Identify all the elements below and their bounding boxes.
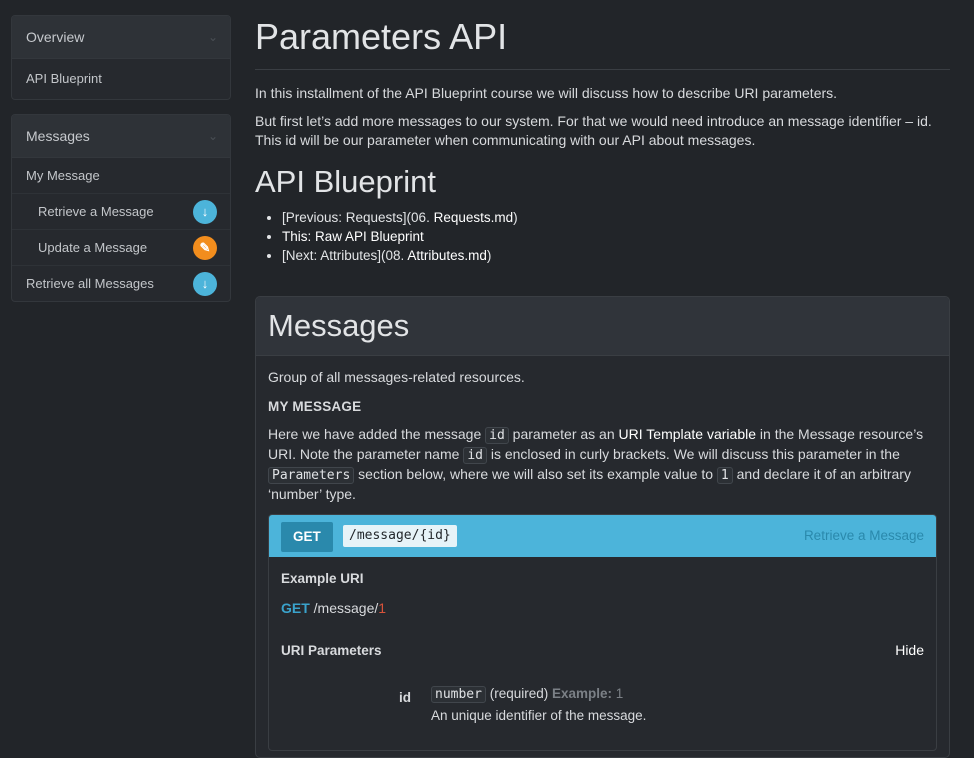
nav-item-update-message[interactable]: Update a Message ✎ (12, 230, 230, 266)
group-body: Group of all messages-related resources.… (256, 356, 949, 751)
messages-paragraph: But first let’s add more messages to our… (255, 113, 932, 148)
action-panel: GET /message/{id} Retrieve a Message Exa… (268, 514, 937, 751)
link-suffix: ) (486, 248, 492, 263)
nav-item-label: Retrieve all Messages (26, 276, 154, 291)
action-body: Example URI GET /message/1 URI Parameter… (269, 557, 936, 750)
param-definition: number (required) Example: 1 (431, 686, 624, 703)
intro-paragraph: In this installment of the API Blueprint… (255, 85, 838, 101)
nav-group-messages: Messages ⌄ My Message Retrieve a Message… (11, 114, 231, 302)
example-path: /message/ (309, 600, 379, 616)
example-method: GET (281, 600, 310, 616)
link-text: [Next: Attributes](08. (282, 248, 408, 263)
uri-parameters-header: URI Parameters Hide (281, 642, 924, 662)
example-uri-label: Example URI (281, 571, 364, 586)
param-type: number (431, 686, 486, 703)
group-title: Messages (268, 308, 410, 343)
pencil-icon: ✎ (193, 235, 217, 260)
param-row: id number (required) Example: 1 An uniqu… (281, 686, 924, 730)
link-suffix: ) (513, 210, 518, 225)
link-bold: Requests.md (433, 210, 514, 225)
navigation-links: [Previous: Requests](06. Requests.md) Th… (255, 208, 950, 265)
param-example-label: Example: (552, 686, 613, 701)
nav-heading-label: Messages (26, 128, 90, 144)
page-title: Parameters API (255, 15, 950, 70)
param-example-value: 1 (612, 686, 624, 701)
nav-heading-overview[interactable]: Overview ⌄ (12, 16, 230, 59)
hide-button[interactable]: Hide (895, 642, 924, 658)
nav-item-label: API Blueprint (26, 71, 102, 86)
down-arrow-icon: ↓ (193, 199, 217, 224)
main-content: Parameters API In this installment of th… (255, 15, 950, 758)
link-previous[interactable]: [Previous: Requests](06. Requests.md) (282, 208, 950, 227)
text: is enclosed in curly brackets. We will d… (486, 446, 900, 462)
resource-description: Here we have added the message id parame… (268, 425, 937, 504)
example-value: 1 (378, 600, 387, 616)
link-text: This: Raw API Blueprint (282, 229, 424, 244)
nav-item-api-blueprint[interactable]: API Blueprint (12, 59, 230, 99)
code-id: id (485, 427, 509, 444)
group-header: Messages (256, 297, 949, 356)
code-parameters: Parameters (268, 467, 355, 484)
action-header[interactable]: GET /message/{id} Retrieve a Message (269, 515, 936, 557)
action-title[interactable]: Retrieve a Message (804, 515, 924, 557)
nav-heading-messages[interactable]: Messages ⌄ (12, 115, 230, 158)
nav-heading-label: Overview (26, 29, 85, 45)
action-uri: /message/{id} (343, 525, 457, 547)
nav-item-my-message[interactable]: My Message (12, 158, 230, 194)
down-arrow-icon: ↓ (193, 271, 217, 296)
nav-item-label: Retrieve a Message (38, 204, 154, 219)
bold-text: URI Template variable (618, 426, 757, 442)
resource-group: Messages Group of all messages-related r… (255, 296, 950, 758)
param-required: (required) (485, 686, 552, 701)
example-uri: GET /message/1 (281, 600, 924, 616)
code-id: id (463, 447, 487, 464)
nav-item-retrieve-all-messages[interactable]: Retrieve all Messages ↓ (12, 266, 230, 301)
param-description: An unique identifier of the message. (431, 708, 647, 723)
uri-parameters-label: URI Parameters (281, 643, 382, 658)
text: Here we have added the message (268, 426, 486, 442)
text: section below, where we will also set it… (354, 466, 717, 482)
resource-name: MY MESSAGE (268, 399, 362, 414)
chevron-down-icon: ⌄ (207, 30, 218, 44)
nav-item-retrieve-message[interactable]: Retrieve a Message ↓ (12, 194, 230, 230)
method-badge: GET (281, 522, 333, 552)
link-next[interactable]: [Next: Attributes](08. Attributes.md) (282, 246, 950, 265)
link-text: [Previous: Requests](06. (282, 210, 434, 225)
nav-group-overview: Overview ⌄ API Blueprint (11, 15, 231, 100)
link-current: This: Raw API Blueprint (282, 227, 950, 246)
nav-item-label: My Message (26, 168, 100, 183)
text: parameter as an (508, 426, 619, 442)
section-title: API Blueprint (255, 164, 436, 199)
code-value: 1 (716, 467, 733, 484)
group-description: Group of all messages-related resources. (268, 369, 525, 385)
param-name: id (399, 690, 411, 705)
nav-item-label: Update a Message (38, 240, 148, 255)
sidebar: Overview ⌄ API Blueprint Messages ⌄ My M… (11, 15, 231, 316)
link-bold: Attributes.md (407, 248, 487, 263)
chevron-down-icon: ⌄ (207, 129, 218, 143)
